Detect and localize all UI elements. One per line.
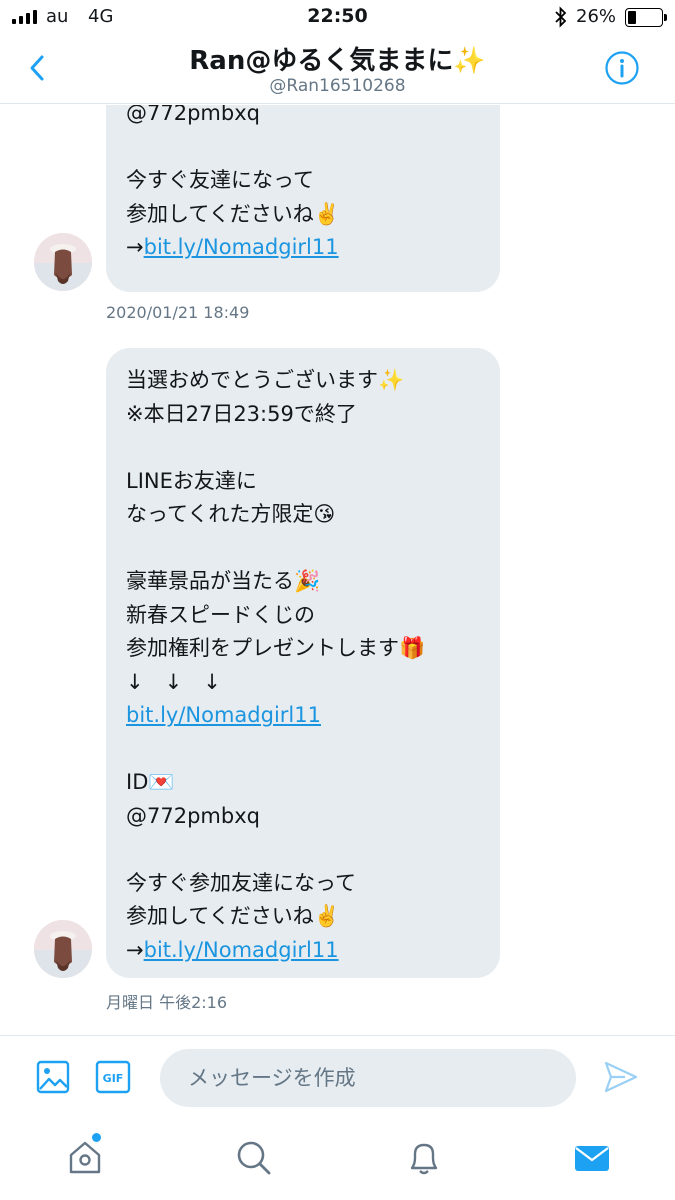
battery-icon [625,8,667,27]
bluetooth-icon [554,6,568,33]
message-line [126,833,480,867]
home-icon[interactable] [65,1138,105,1178]
avatar[interactable] [34,233,92,291]
message-line: ↓ ↓ ↓ [126,669,221,694]
message-line: @772pmbxq [126,803,260,828]
message-thread[interactable]: @772pmbxq 今すぐ友達になって 参加してくださいね✌️ →bit.ly/… [0,105,675,1035]
message-line: ID💌 [126,770,175,794]
message-line: ※本日27日23:59で終了 [126,401,357,426]
avatar[interactable] [34,920,92,978]
message-line: 当選おめでとうございます✨ [126,368,405,392]
message-line [126,532,480,566]
message-line: 豪華景品が当たる🎉 [126,569,321,593]
send-icon[interactable] [603,1060,639,1098]
message-line: LINEお友達に [126,468,257,493]
message-line [126,431,480,465]
status-time: 22:50 [307,5,368,27]
message-composer: GIF [0,1035,675,1120]
message-bubble[interactable]: @772pmbxq 今すぐ友達になって 参加してくださいね✌️ →bit.ly/… [106,105,500,292]
conversation-handle: @Ran16510268 [269,76,406,96]
search-icon[interactable] [234,1138,274,1178]
message-bubble[interactable]: 当選おめでとうございます✨ ※本日27日23:59で終了 LINEお友達に なっ… [106,348,500,978]
message-timestamp: 月曜日 午後2:16 [106,993,228,1012]
gif-icon[interactable]: GIF [95,1060,131,1098]
status-bar: au 4G 22:50 26% [0,0,675,36]
bell-icon[interactable] [404,1138,444,1178]
conversation-header: Ran@ゆるく気ままに✨ @Ran16510268 [0,36,675,104]
message-line: →bit.ly/Nomadgirl11 [126,934,480,968]
message-line: 参加権利をプレゼントします🎁 [126,636,426,660]
image-icon[interactable] [36,1060,70,1098]
gif-label: GIF [103,1072,124,1085]
arrow-prefix: → [126,937,144,962]
message-line [126,131,480,165]
bottom-tab-bar [0,1120,675,1200]
message-line: 今すぐ参加友達になって [126,870,356,895]
info-icon[interactable] [604,50,640,86]
message-line: なってくれた方限定😘 [126,502,336,526]
battery-fill [628,11,637,24]
arrow-prefix: → [126,235,144,259]
messages-envelope-icon[interactable] [572,1138,612,1178]
message-line: 参加してくださいね✌️ [126,904,340,928]
message-line: 今すぐ友達になって [126,168,314,192]
new-content-dot [92,1133,101,1142]
message-link[interactable]: bit.ly/Nomadgirl11 [144,938,339,962]
message-timestamp: 2020/01/21 18:49 [106,303,250,322]
conversation-title[interactable]: Ran@ゆるく気ままに✨ [0,40,675,77]
message-line: →bit.ly/Nomadgirl11 [126,231,480,265]
message-line: bit.ly/Nomadgirl11 [126,699,480,733]
message-line [126,733,480,767]
battery-percent: 26% [576,6,617,27]
message-link[interactable]: bit.ly/Nomadgirl11 [144,235,339,259]
message-line: 参加してくださいね✌️ [126,201,340,226]
message-input[interactable] [160,1049,576,1107]
message-link[interactable]: bit.ly/Nomadgirl11 [126,703,321,727]
message-line: 新春スピードくじの [126,602,315,627]
message-line: @772pmbxq [126,105,260,125]
